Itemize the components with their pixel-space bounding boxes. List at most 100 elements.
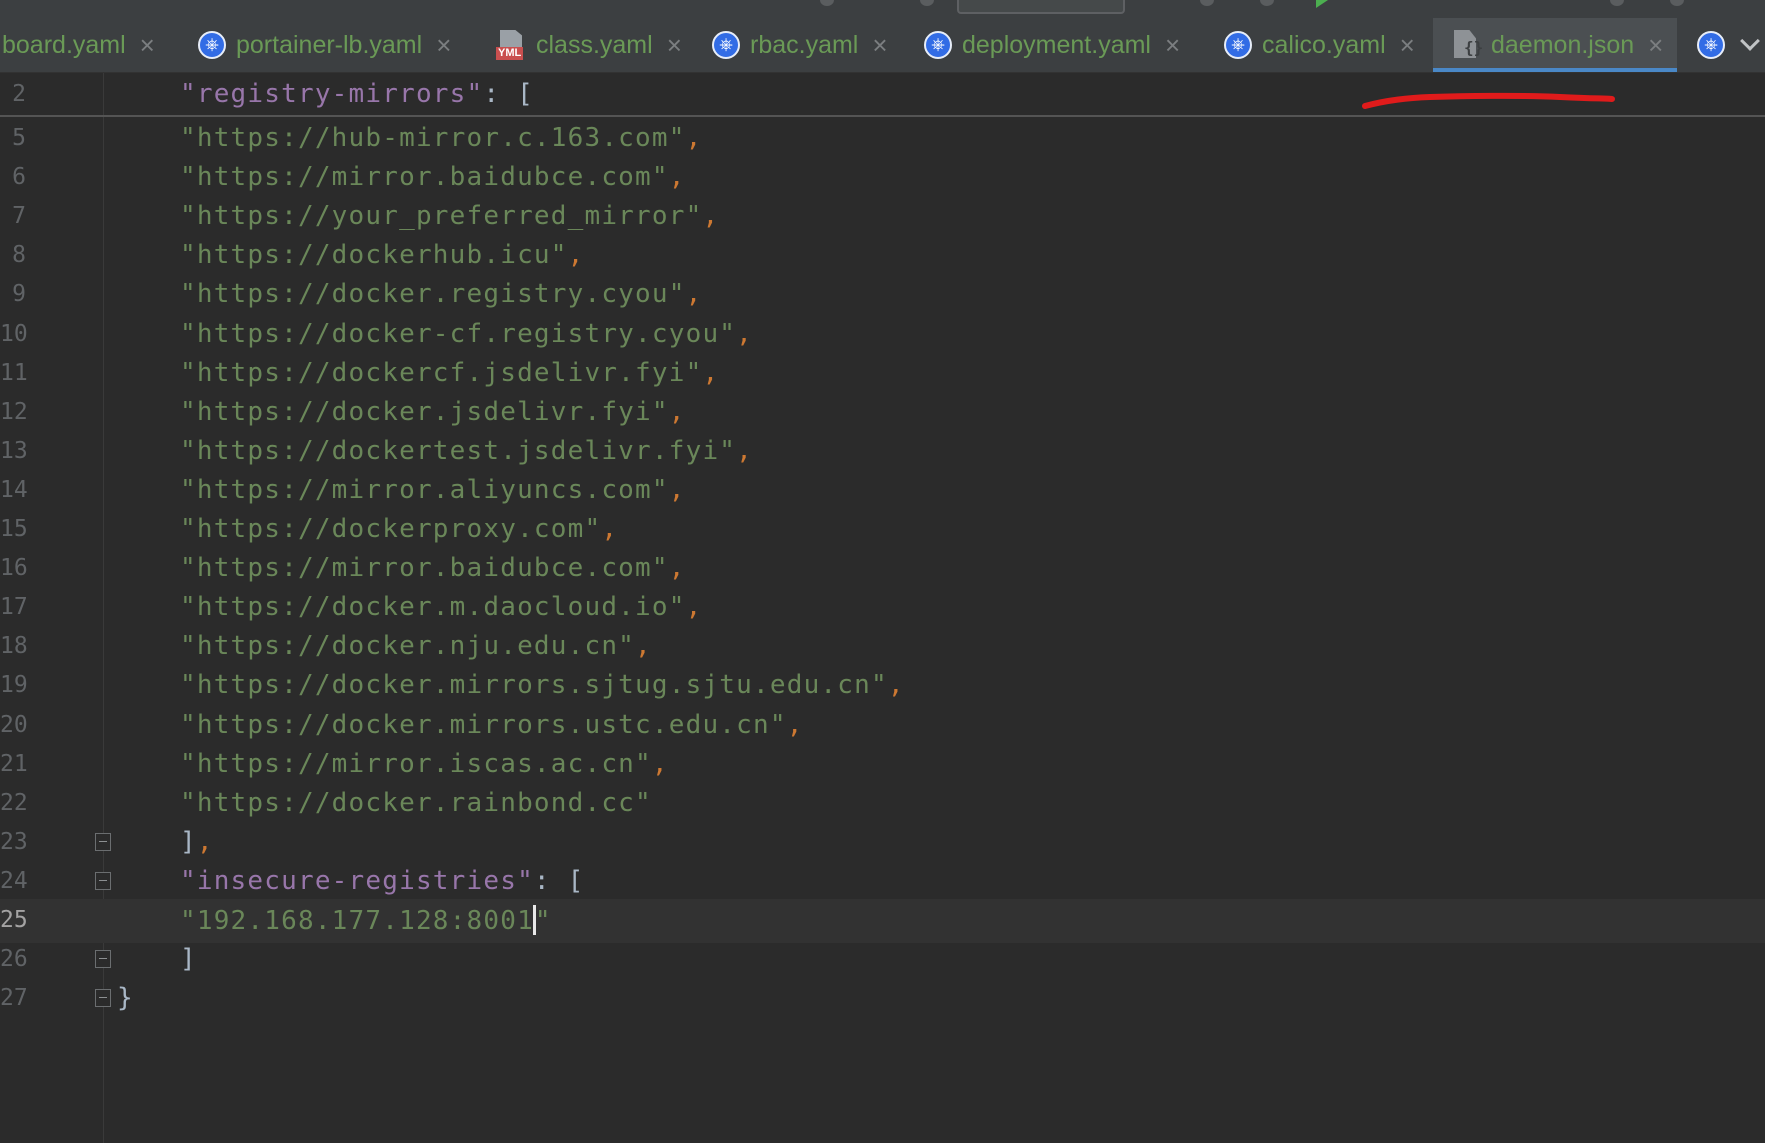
settings-icon[interactable] <box>1670 0 1684 6</box>
chevron-down-icon <box>1739 31 1760 51</box>
line-number: 23 <box>0 828 28 855</box>
toolbar-icon[interactable] <box>1260 0 1274 6</box>
json-string: "https://dockercf.jsdelivr.fyi" <box>180 357 703 388</box>
json-string: "https://dockerproxy.com" <box>180 514 602 544</box>
line-number: 27 <box>0 985 28 1012</box>
code-line: 20 "https://docker.mirrors.ustc.edu.cn", <box>0 704 1765 748</box>
close-icon[interactable]: × <box>1400 32 1415 58</box>
fold-marker-icon <box>95 871 111 890</box>
code-text: "https://docker.jsdelivr.fyi", <box>180 397 686 427</box>
fold-marker-icon <box>95 832 111 851</box>
line-number: 7 <box>12 203 26 230</box>
tab-deployment-yaml[interactable]: ⎈ deployment.yaml × <box>924 18 1180 72</box>
code-text: "https://docker.mirrors.ustc.edu.cn", <box>180 710 804 740</box>
line-number: 14 <box>0 476 28 503</box>
json-punctuation: : [ <box>533 865 585 896</box>
line-number: 13 <box>0 437 28 464</box>
line-number: 25 <box>0 907 28 933</box>
line-number: 26 <box>0 946 28 973</box>
json-comma: , <box>651 748 669 779</box>
toolbar-icon[interactable] <box>920 0 934 6</box>
fold-marker-icon <box>95 950 111 969</box>
close-icon[interactable]: × <box>1165 32 1180 58</box>
code-line: 7 "https://your_preferred_mirror", <box>0 195 1765 239</box>
json-comma: , <box>635 631 652 662</box>
code-text: "https://dockercf.jsdelivr.fyi", <box>180 358 719 388</box>
json-string: "https://your_preferred_mirror" <box>180 201 703 232</box>
line-number: 20 <box>0 711 28 738</box>
tab-overflow-partial[interactable]: ⎈ <box>1697 18 1725 72</box>
json-string: "https://hub-mirror.c.163.com" <box>180 123 686 153</box>
code-line: 26] <box>0 938 1765 982</box>
json-string: "https://docker.m.daocloud.io" <box>180 592 686 623</box>
line-number: 5 <box>12 125 26 151</box>
code-line: 23], <box>0 821 1765 865</box>
json-comma: , <box>668 553 686 584</box>
line-number: 11 <box>0 359 28 386</box>
close-icon[interactable]: × <box>140 32 155 58</box>
kubernetes-icon: ⎈ <box>1697 31 1725 59</box>
code-editor[interactable]: 2 "registry-mirrors": [ 5 "https://hub-mirr… <box>0 73 1765 1143</box>
json-string: "https://docker-cf.registry.cyou" <box>180 318 737 349</box>
code-line: 8 "https://dockerhub.icu", <box>0 234 1765 278</box>
code-text: "https://docker-cf.registry.cyou", <box>180 319 753 349</box>
close-icon[interactable]: × <box>872 32 887 58</box>
code-text: "https://mirror.aliyuncs.com", <box>180 475 686 505</box>
line-number: 8 <box>12 242 26 269</box>
json-bracket: ] <box>180 944 197 975</box>
close-icon[interactable]: × <box>667 32 682 58</box>
json-comma: , <box>196 826 214 857</box>
tab-board-yaml[interactable]: board.yaml × <box>0 18 155 72</box>
run-icon[interactable] <box>1316 0 1328 8</box>
json-string: "https://dockerhub.icu" <box>180 240 568 271</box>
toolbar-icon[interactable] <box>1610 0 1624 6</box>
code-text: "https://mirror.iscas.ac.cn", <box>180 749 669 779</box>
json-comma: , <box>601 514 619 544</box>
json-comma: , <box>685 592 703 623</box>
yml-file-icon: YML <box>496 30 526 60</box>
code-text: "https://mirror.baidubce.com", <box>180 162 686 192</box>
code-line: 16 "https://mirror.baidubce.com", <box>0 547 1765 591</box>
sticky-code-line: 2 "registry-mirrors": [ <box>0 73 1765 117</box>
line-number: 9 <box>12 281 26 308</box>
run-configuration-selector[interactable] <box>957 0 1125 14</box>
line-number: 24 <box>0 867 28 894</box>
tab-label: rbac.yaml <box>750 30 859 59</box>
line-number: 18 <box>0 633 28 660</box>
json-string: "https://mirror.baidubce.com" <box>180 553 669 584</box>
json-string: "https://docker.nju.edu.cn" <box>180 631 636 662</box>
tab-label: board.yaml <box>2 30 126 59</box>
json-comma: , <box>702 201 720 232</box>
tab-label: deployment.yaml <box>962 30 1151 59</box>
json-string: "https://dockertest.jsdelivr.fyi" <box>180 435 737 466</box>
code-line: 13 "https://dockertest.jsdelivr.fyi", <box>0 430 1765 474</box>
code-text: "insecure-registries": [ <box>180 866 584 896</box>
json-bracket: ] <box>180 826 197 857</box>
json-brace: } <box>117 983 134 1014</box>
json-string: " <box>534 906 552 936</box>
toolbar-icon[interactable] <box>820 0 834 6</box>
json-string: "https://mirror.iscas.ac.cn" <box>180 748 652 779</box>
code-text: "https://hub-mirror.c.163.com", <box>180 123 702 153</box>
close-icon[interactable]: × <box>436 32 451 58</box>
kubernetes-icon: ⎈ <box>1224 31 1252 59</box>
code-line: 11 "https://dockercf.jsdelivr.fyi", <box>0 352 1765 396</box>
tab-list-dropdown[interactable] <box>1734 18 1765 72</box>
code-line: 21 "https://mirror.iscas.ac.cn", <box>0 743 1765 787</box>
tab-calico-yaml[interactable]: ⎈ calico.yaml × <box>1224 18 1415 72</box>
code-line: 10 "https://docker-cf.registry.cyou", <box>0 313 1765 357</box>
code-line: 19 "https://docker.mirrors.sjtug.sjtu.edu… <box>0 664 1765 708</box>
tab-label: calico.yaml <box>1262 30 1386 59</box>
active-tab-indicator <box>1433 68 1678 72</box>
json-key: "insecure-registries" <box>180 865 534 896</box>
sticky-scroll-separator <box>0 115 1765 117</box>
toolbar-icon[interactable] <box>1200 0 1214 6</box>
json-string: "https://mirror.baidubce.com" <box>180 162 669 193</box>
close-icon[interactable]: × <box>1648 32 1663 58</box>
tab-portainer-lb-yaml[interactable]: ⎈ portainer-lb.yaml × <box>198 18 451 72</box>
editor-tab-bar: board.yaml × ⎈ portainer-lb.yaml × YML c… <box>0 18 1765 73</box>
tab-daemon-json[interactable]: {} daemon.json × <box>1433 18 1678 72</box>
tab-rbac-yaml[interactable]: ⎈ rbac.yaml × <box>712 18 888 72</box>
tab-class-yaml[interactable]: YML class.yaml × <box>496 18 682 72</box>
json-comma: , <box>668 396 686 427</box>
